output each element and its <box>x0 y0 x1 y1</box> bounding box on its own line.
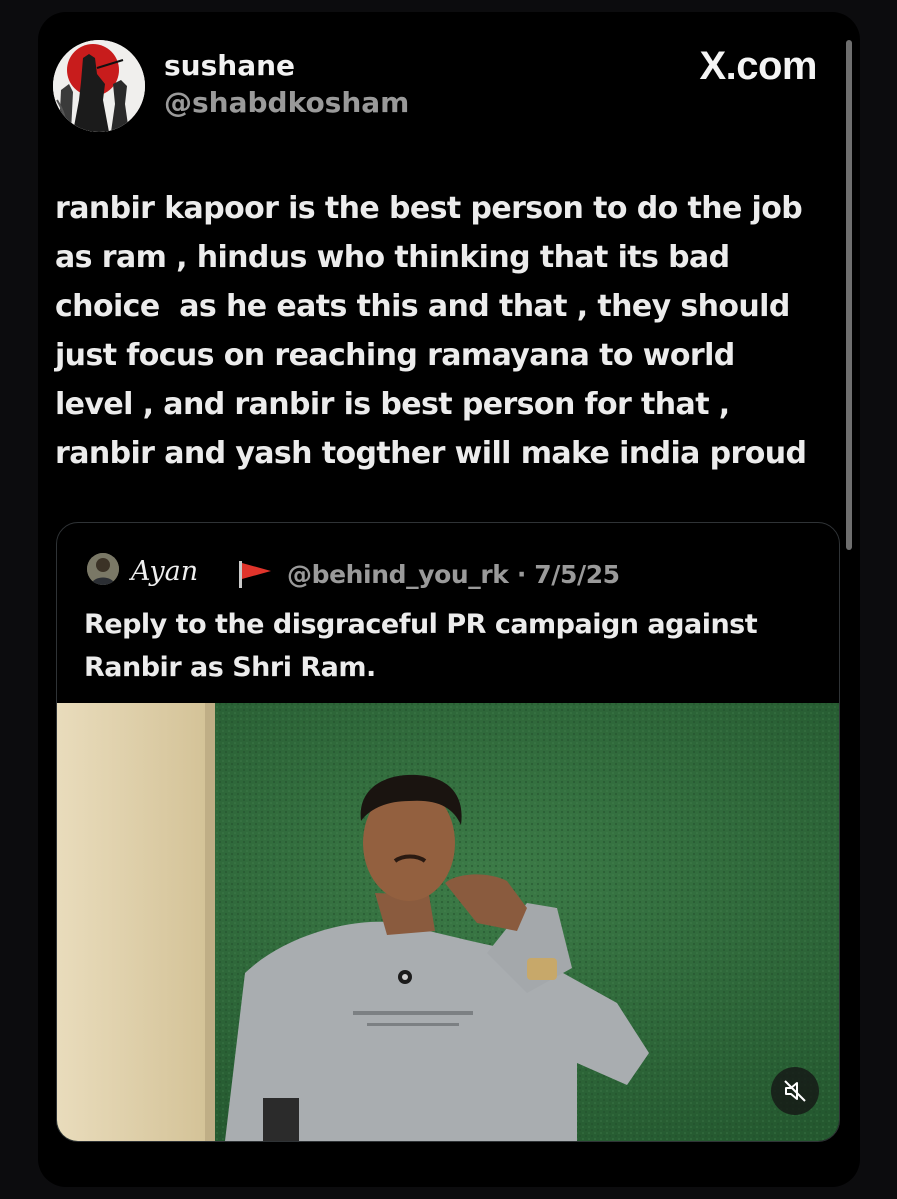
video-frame-image <box>57 703 839 1141</box>
scrollbar[interactable] <box>846 40 852 550</box>
quoted-tweet[interactable]: Ayan @behind_you_rk · 7/5/25 Reply to th… <box>56 522 840 1142</box>
quote-meta[interactable]: @behind_you_rk · 7/5/25 <box>287 560 620 589</box>
mute-button[interactable] <box>771 1067 819 1115</box>
speaker-muted-icon <box>784 1080 806 1102</box>
tweet-text-line: just focus on reaching ramayana to world <box>55 338 735 373</box>
samurai-avatar-icon <box>53 40 145 132</box>
quote-text-line: Reply to the disgraceful PR campaign aga… <box>84 609 758 640</box>
quote-author-name[interactable]: Ayan <box>131 556 198 587</box>
tweet-text-line: as ram , hindus who thinking that its ba… <box>55 240 730 275</box>
tweet-text-line: ranbir and yash togther will make india … <box>55 436 807 471</box>
flag-icon <box>239 561 271 588</box>
tweet-text-line: ranbir kapoor is the best person to do t… <box>55 191 803 226</box>
quote-video[interactable] <box>57 703 839 1141</box>
person-avatar-icon <box>87 553 119 585</box>
tweet-text-line: level , and ranbir is best person for th… <box>55 387 730 422</box>
tweet-text: ranbir kapoor is the best person to do t… <box>55 184 845 478</box>
quote-author-avatar[interactable] <box>87 553 119 585</box>
quote-text: Reply to the disgraceful PR campaign aga… <box>84 603 804 689</box>
brand-logo: X.com <box>699 44 817 88</box>
quote-text-line: Ranbir as Shri Ram. <box>84 652 376 683</box>
author-avatar[interactable] <box>53 40 145 132</box>
author-handle[interactable]: @shabdkosham <box>164 86 409 119</box>
tweet-text-line: choice as he eats this and that , they s… <box>55 289 790 324</box>
author-name[interactable]: sushane <box>164 49 295 82</box>
